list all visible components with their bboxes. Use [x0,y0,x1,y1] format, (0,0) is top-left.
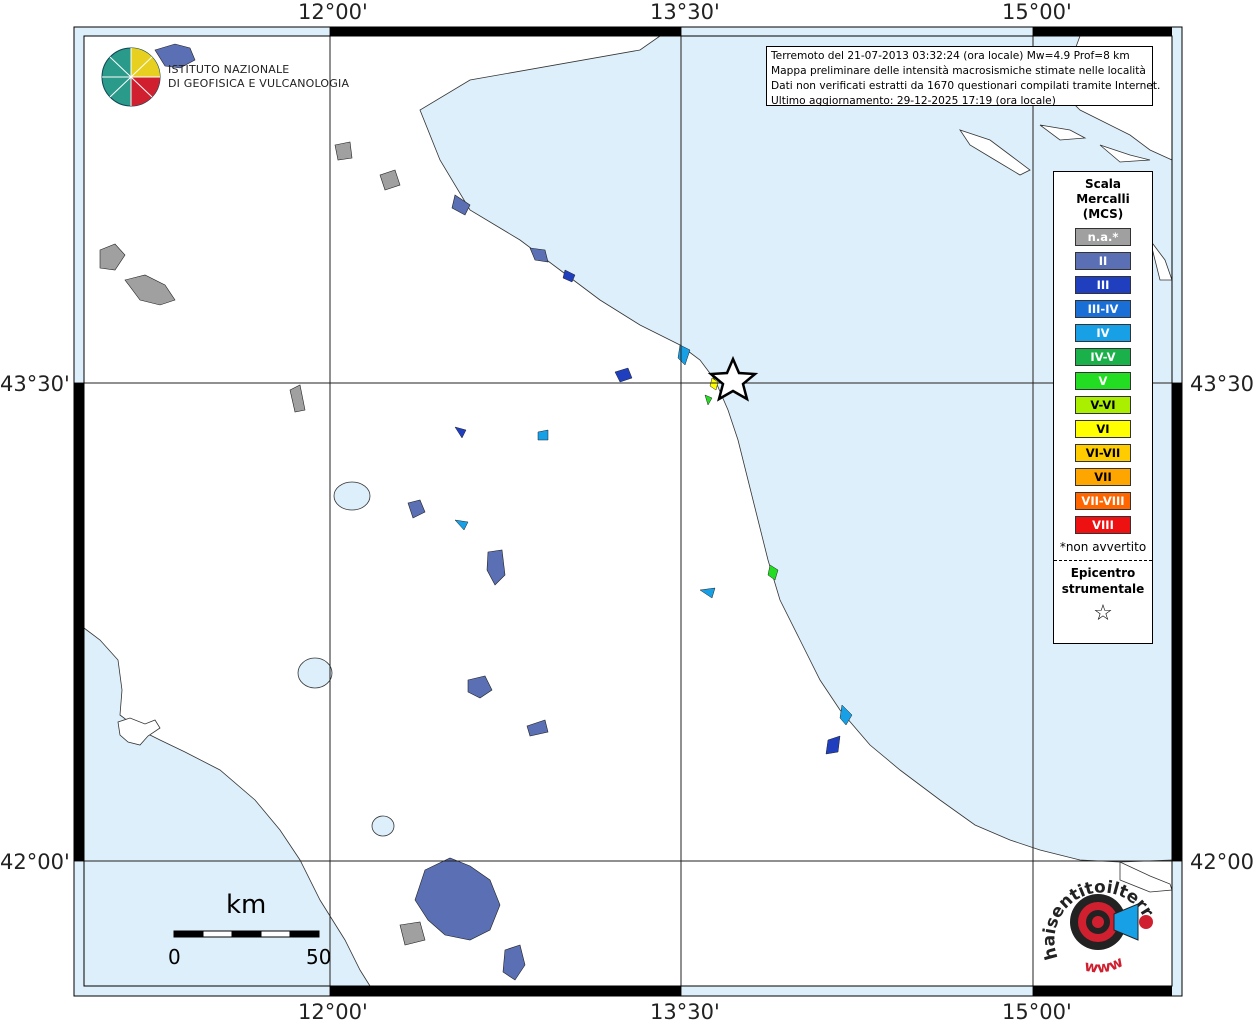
logo-line-2: DI GEOFISICA E VULCANOLOGIA [168,77,350,90]
legend-item-2: III [1075,276,1131,294]
scale-start: 0 [168,945,181,969]
lake-vico [371,815,395,837]
lon-label-bottom-2: 13°30' [650,1000,720,1024]
lon-label-bottom-1: 12°00' [298,1000,368,1024]
info-line-4: Ultimo aggiornamento: 29-12-2025 17:19 (… [771,95,1056,107]
ingv-logo-text: ISTITUTO NAZIONALE DI GEOFISICA E VULCAN… [168,63,349,91]
legend-item-3: III-IV [1075,300,1131,318]
info-line-3: Dati non verificati estratti da 1670 que… [771,80,1161,92]
watermark-url: www [1083,952,1126,976]
legend-item-11: VII-VIII [1075,492,1131,510]
megaphone-logo-icon: haisentitoilterremoto.it www [1027,847,1170,986]
logo-line-1: ISTITUTO NAZIONALE [168,63,290,76]
lon-label-top-2: 13°30' [650,0,720,24]
legend-epicenter-line-2: strumentale [1061,582,1145,596]
star-icon: ☆ [1093,601,1113,626]
legend-items: n.a.* II III III-IV IV IV-V V V-VI VI VI-VII VII VI… [1054,228,1152,534]
legend-title-2: Mercalli [1076,192,1130,206]
legend-title-3: (MCS) [1082,207,1124,221]
info-line-2: Mappa preliminare delle intensità macros… [771,65,1146,77]
legend-epicenter-label: Epicentro strumentale [1054,565,1152,597]
area-na-6 [334,141,353,161]
event-info-box: Terremoto del 21-07-2013 03:32:24 (ora l… [766,46,1161,107]
legend-item-0: n.a.* [1075,228,1131,246]
lat-label-left-2: 42°00' [0,850,70,874]
info-line-1: Terremoto del 21-07-2013 03:32:24 (ora l… [771,50,1130,62]
lon-label-bottom-3: 15°00' [1002,1000,1072,1024]
legend-item-5: IV-V [1075,348,1131,366]
legend-item-8: VI [1075,420,1131,438]
lon-label-top-1: 12°00' [298,0,368,24]
lon-label-top-3: 15°00' [1002,0,1072,24]
legend-title-1: Scala [1084,177,1122,191]
legend-separator [1054,560,1152,561]
lat-label-left-1: 43°30' [0,372,70,396]
legend-item-12: VIII [1075,516,1131,534]
legend-title: Scala Mercalli (MCS) [1054,177,1152,222]
lake-trasimeno [333,481,371,511]
lake-bolsena [297,657,333,689]
scale-unit: km [226,890,267,920]
scale-end: 50 [306,945,332,969]
legend-item-10: VII [1075,468,1131,486]
legend-epicenter-line-1: Epicentro [1070,566,1136,580]
legend: Scala Mercalli (MCS) n.a.* II III III-IV IV I… [1053,171,1153,644]
legend-note: *non avvertito [1059,540,1147,554]
legend-item-9: VI-VII [1075,444,1131,462]
legend-item-7: V-VI [1075,396,1131,414]
lat-label-right-1: 43°30' [1190,372,1255,396]
svg-text:www: www [1083,952,1126,976]
legend-item-4: IV [1075,324,1131,342]
legend-item-6: V [1075,372,1131,390]
lat-label-right-2: 42°00' [1190,850,1255,874]
legend-item-1: II [1075,252,1131,270]
scale-bar [173,930,320,938]
